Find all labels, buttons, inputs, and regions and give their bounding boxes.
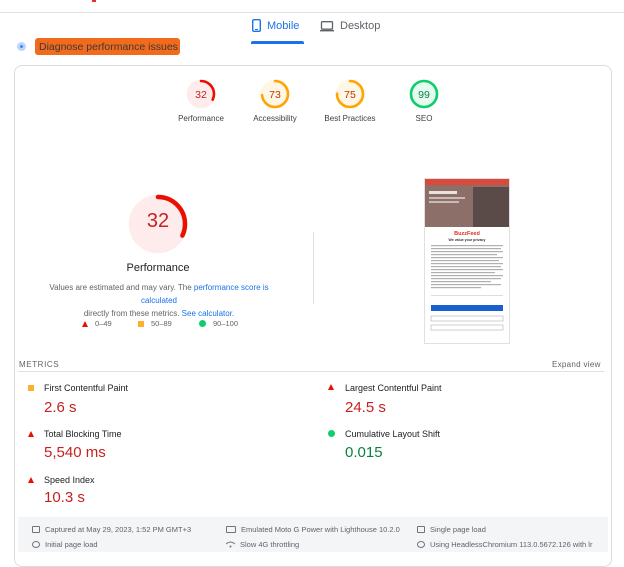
tab-desktop[interactable]: Desktop [320, 20, 380, 32]
performance-desc-text-1: Values are estimated and may vary. The [49, 283, 194, 292]
legend-pass: 90–100 [199, 319, 238, 328]
gauge-accessibility-ring: 73 [260, 79, 290, 109]
metric-cls-status-icon [328, 430, 335, 437]
metric-lcp-status-icon [328, 384, 334, 390]
footer-single-load: Single page load [417, 525, 486, 534]
footer-throttling: Slow 4G throttling [226, 540, 299, 549]
metric-lcp-value: 24.5 s [345, 399, 386, 416]
footer-emulated-text: Emulated Moto G Power with Lighthouse 10… [241, 525, 400, 534]
gauge-score-text: 75 [344, 89, 356, 101]
legend-fail-range: 0–49 [95, 319, 112, 328]
legend-average: 50–89 [138, 319, 172, 328]
triangle-icon [82, 320, 88, 327]
performance-title: Performance [126, 262, 190, 274]
gauge-performance-ring: 32 [186, 79, 216, 109]
footer-single-text: Single page load [430, 525, 486, 534]
red-mark [92, 0, 96, 2]
metric-tbt-value: 5,540 ms [44, 444, 106, 461]
expand-view-toggle[interactable]: Expand view [552, 360, 601, 369]
gauge-best-practices-label: Best Practices [324, 114, 376, 123]
gauge-performance-label: Performance [178, 114, 224, 123]
see-calculator-link[interactable]: See calculator. [182, 309, 234, 318]
metric-tbt-name: Total Blocking Time [44, 429, 122, 439]
footer-captured: Captured at May 29, 2023, 1:52 PM GMT+3 [32, 525, 191, 534]
gauge-seo-ring: 99 [409, 79, 439, 109]
desktop-icon [320, 20, 334, 31]
footer-using-text: Using HeadlessChromium 113.0.5672.126 wi… [430, 540, 593, 549]
metric-lcp-name: Largest Contentful Paint [345, 383, 442, 393]
performance-description: Values are estimated and may vary. The p… [33, 281, 285, 320]
metrics-divider [18, 371, 604, 372]
performance-score: 32 [146, 210, 170, 232]
network-icon [226, 541, 235, 548]
legend-pass-range: 90–100 [213, 319, 239, 328]
tab-mobile-label: Mobile [267, 19, 300, 32]
footer-throttling-text: Slow 4G throttling [240, 540, 300, 549]
footer-initial-text: Initial page load [45, 540, 98, 549]
header-divider [0, 12, 624, 13]
screenshot-heading: We value your privacy [449, 238, 486, 242]
tab-desktop-label: Desktop [340, 20, 381, 32]
page-screenshot-image: BuzzFeed We value your privacy [425, 179, 509, 331]
gauge-accessibility-label: Accessibility [253, 114, 297, 123]
metric-fcp-value: 2.6 s [44, 399, 77, 416]
performance-desc-text-2: directly from these metrics. [83, 309, 182, 318]
metric-si-name: Speed Index [44, 475, 95, 485]
footer-captured-text: Captured at May 29, 2023, 1:52 PM GMT+3 [45, 525, 192, 534]
circle-icon [199, 320, 206, 327]
tab-mobile[interactable]: Mobile [252, 19, 299, 32]
metric-tbt-status-icon [28, 431, 34, 437]
chrome-icon [417, 541, 425, 548]
metrics-heading: METRICS [19, 360, 60, 369]
gauge-score-text: 32 [195, 89, 207, 101]
page-screenshot-thumbnail[interactable]: BuzzFeed We value your privacy [424, 178, 510, 344]
gauge-score-text: 73 [269, 89, 281, 101]
mobile-icon [252, 19, 261, 32]
footer-emulated: Emulated Moto G Power with Lighthouse 10… [226, 525, 400, 534]
metric-si-status-icon [28, 477, 34, 483]
square-icon [138, 320, 144, 327]
metric-cls-name: Cumulative Layout Shift [345, 429, 441, 439]
vertical-divider [313, 232, 314, 304]
metric-fcp-name: First Contentful Paint [44, 383, 129, 393]
legend-fail: 0–49 [82, 319, 112, 328]
metric-si-value: 10.3 s [44, 489, 85, 506]
footer-using: Using HeadlessChromium 113.0.5672.126 wi… [417, 540, 592, 549]
page-icon [417, 526, 425, 533]
diagnose-link[interactable]: Diagnose performance issues [39, 41, 178, 53]
gauge-performance[interactable]: 32 Performance [161, 78, 241, 123]
diagnose-indicator-icon [17, 42, 26, 51]
timer-icon [32, 541, 40, 548]
gauge-best-practices[interactable]: 75 Best Practices [310, 78, 390, 123]
calendar-icon [32, 526, 40, 533]
metric-cls-value: 0.015 [345, 444, 383, 461]
device-icon [226, 526, 236, 533]
gauge-accessibility[interactable]: 73 Accessibility [235, 78, 315, 123]
gauge-score-text: 99 [418, 89, 430, 101]
footer-initial-load: Initial page load [32, 540, 98, 549]
legend-average-range: 50–89 [151, 319, 172, 328]
screenshot-brand: BuzzFeed [454, 231, 480, 237]
gauge-best-practices-ring: 75 [335, 79, 365, 109]
tab-mobile-underline [251, 41, 304, 44]
gauge-seo[interactable]: 99 SEO [384, 78, 464, 123]
metric-fcp-status-icon [28, 385, 34, 391]
gauge-seo-label: SEO [415, 114, 433, 123]
